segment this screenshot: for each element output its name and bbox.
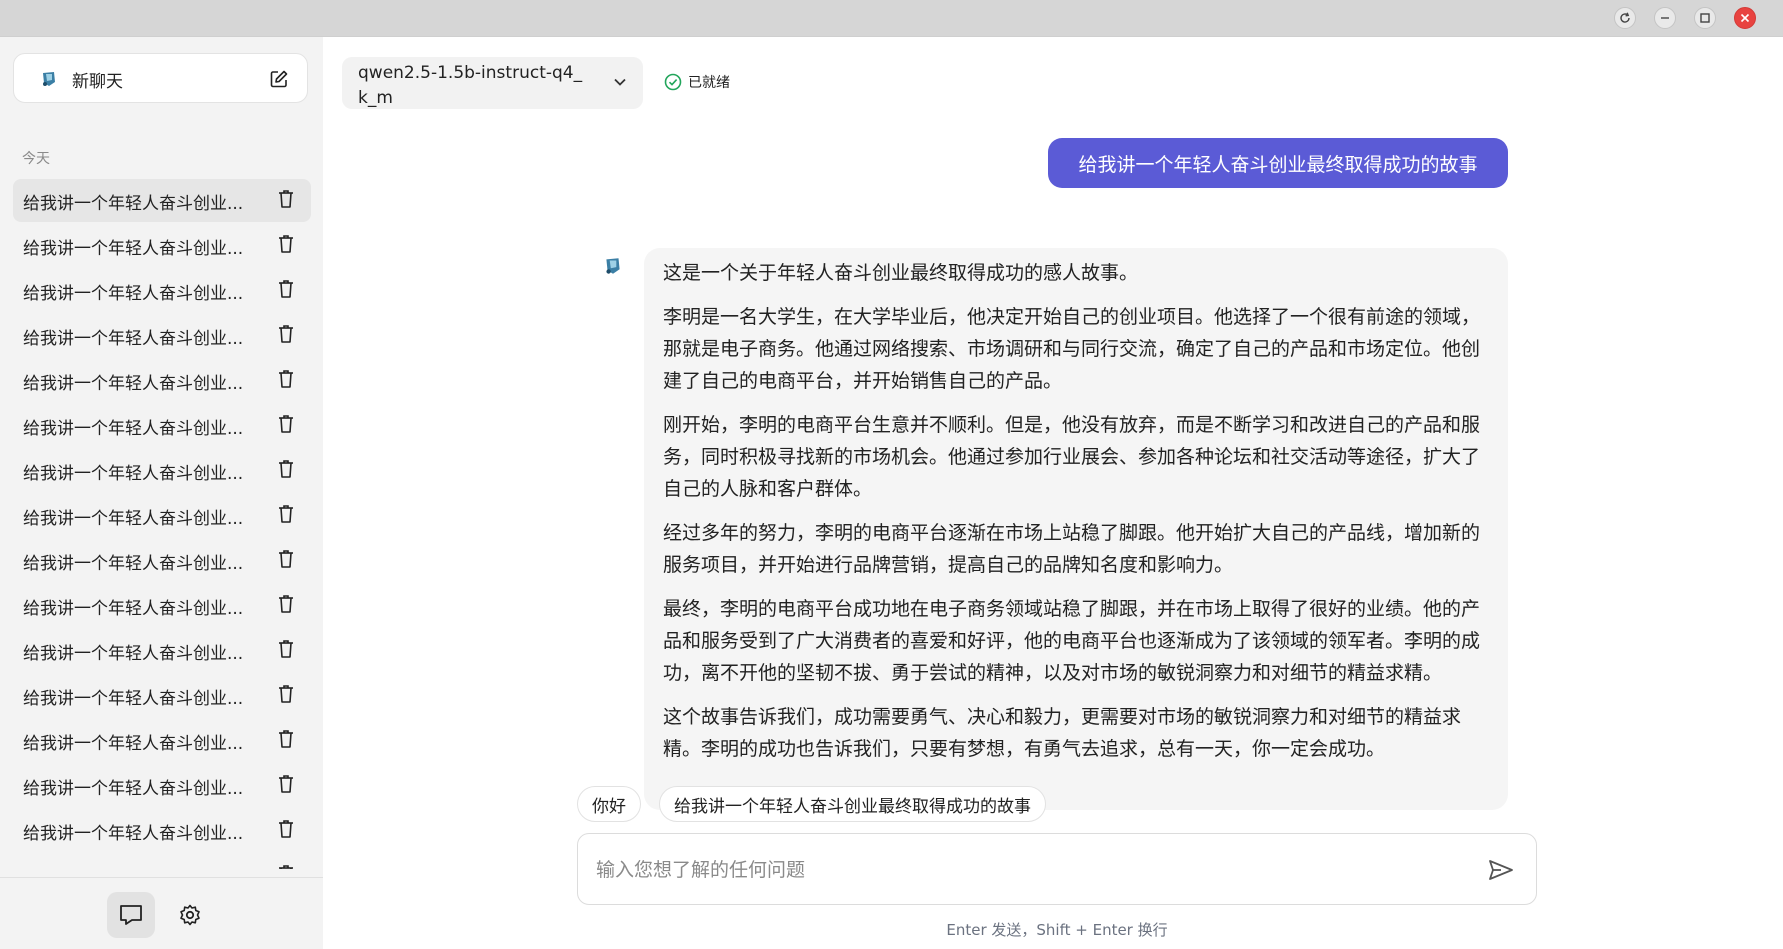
trash-icon[interactable] <box>277 549 295 569</box>
history-item[interactable]: 给我讲一个年轻人奋斗创业... <box>13 674 311 717</box>
chat-icon <box>120 905 142 925</box>
trash-icon[interactable] <box>277 234 295 254</box>
assistant-message-text: 这是一个关于年轻人奋斗创业最终取得成功的感人故事。李明是一名大学生，在大学毕业后… <box>663 257 1489 777</box>
history-item-label: 给我讲一个年轻人奋斗创业... <box>23 374 243 394</box>
send-icon[interactable] <box>1488 858 1514 882</box>
history-item-label: 给我讲一个年轻人奋斗创业... <box>23 689 243 709</box>
history-item[interactable]: 给我讲一个年轻人奋斗创业... <box>13 359 311 402</box>
model-name: qwen2.5-1.5b-instruct-q4_k_m <box>358 63 583 108</box>
history-item[interactable]: 给我讲一个年轻人奋斗创业... <box>13 494 311 537</box>
history-item-label: 给我讲一个年轻人奋斗创业... <box>23 284 243 304</box>
history-item-label: 给我讲一个年轻人奋斗创业... <box>23 194 243 214</box>
app-logo-icon <box>43 72 55 86</box>
suggestion-chip-label: 你好 <box>592 796 626 817</box>
trash-icon[interactable] <box>277 504 295 524</box>
trash-icon[interactable] <box>277 189 295 209</box>
maximize-icon <box>1700 13 1710 23</box>
history-item[interactable]: 给我讲一个年轻人奋斗创业... <box>13 539 311 582</box>
history-item-label: 给我讲一个年轻人奋斗创业... <box>23 734 243 754</box>
chat-nav-button[interactable] <box>107 892 155 938</box>
chevron-down-icon <box>614 78 626 86</box>
model-select[interactable]: qwen2.5-1.5b-instruct-q4_k_m <box>342 57 643 109</box>
assistant-paragraph: 这个故事告诉我们，成功需要勇气、决心和毅力，更需要对市场的敏锐洞察力和对细节的精… <box>663 706 1462 760</box>
assistant-paragraph: 经过多年的努力，李明的电商平台逐渐在市场上站稳了脚跟。他开始扩大自己的产品线，增… <box>663 522 1481 576</box>
history-item-label: 给我讲一个年轻人奋斗创业... <box>23 779 243 799</box>
history-item-label: 给我讲一个年轻人奋斗创业... <box>23 554 243 574</box>
history-item[interactable]: 给我讲一个年轻人奋斗创业... <box>13 854 311 869</box>
trash-icon[interactable] <box>277 774 295 794</box>
trash-icon[interactable] <box>277 729 295 749</box>
trash-icon[interactable] <box>277 369 295 389</box>
history-item[interactable]: 给我讲一个年轻人奋斗创业... <box>13 449 311 492</box>
trash-icon[interactable] <box>277 324 295 344</box>
settings-icon <box>180 904 200 926</box>
history-item-label: 给我讲一个年轻人奋斗创业... <box>23 419 243 439</box>
sidebar-footer <box>0 877 323 949</box>
bot-avatar-icon <box>606 258 620 274</box>
close-icon <box>1740 13 1750 23</box>
section-label-today: 今天 <box>22 151 50 167</box>
maximize-button[interactable] <box>1694 7 1716 29</box>
assistant-paragraph: 李明是一名大学生，在大学毕业后，他决定开始自己的创业项目。他选择了一个很有前途的… <box>663 306 1481 392</box>
history-item[interactable]: 给我讲一个年轻人奋斗创业... <box>13 809 311 852</box>
settings-nav-button[interactable] <box>166 892 214 938</box>
suggestion-chip-label: 给我讲一个年轻人奋斗创业最终取得成功的故事 <box>674 796 1031 817</box>
assistant-paragraph: 最终，李明的电商平台成功地在电子商务领域站稳了脚跟，并在市场上取得了很好的业绩。… <box>663 598 1481 684</box>
edit-icon[interactable] <box>269 69 289 89</box>
reload-icon <box>1620 12 1630 23</box>
history-list: 给我讲一个年轻人奋斗创业... 给我讲一个年轻人奋斗创业... 给我讲一个年轻人奋斗… <box>13 179 311 869</box>
user-message: 给我讲一个年轻人奋斗创业最终取得成功的故事 <box>1048 138 1508 188</box>
new-chat-label: 新聊天 <box>72 72 123 92</box>
trash-icon[interactable] <box>277 684 295 704</box>
reload-button[interactable] <box>1614 7 1636 29</box>
history-item[interactable]: 给我讲一个年轻人奋斗创业... <box>13 179 311 222</box>
history-item[interactable]: 给我讲一个年轻人奋斗创业... <box>13 719 311 762</box>
assistant-message: 这是一个关于年轻人奋斗创业最终取得成功的感人故事。李明是一名大学生，在大学毕业后… <box>644 248 1508 810</box>
assistant-paragraph: 刚开始，李明的电商平台生意并不顺利。但是，他没有放弃，而是不断学习和改进自己的产… <box>663 414 1481 500</box>
trash-icon[interactable] <box>277 864 295 869</box>
suggestion-chip-hello[interactable]: 你好 <box>577 786 641 822</box>
title-bar <box>0 0 1783 37</box>
history-item-label: 给我讲一个年轻人奋斗创业... <box>23 239 243 259</box>
minimize-icon <box>1661 17 1669 19</box>
trash-icon[interactable] <box>277 819 295 839</box>
history-item-label: 给我讲一个年轻人奋斗创业... <box>23 824 243 844</box>
history-item-label: 给我讲一个年轻人奋斗创业... <box>23 864 243 869</box>
message-input-box <box>577 833 1537 905</box>
sidebar: 新聊天 今天 给我讲一个年轻人奋斗创业... 给我讲一个年轻人奋斗创业... 给我讲… <box>0 37 323 949</box>
status-text: 已就绪 <box>688 75 730 91</box>
new-chat-button[interactable]: 新聊天 <box>13 53 308 103</box>
history-item[interactable]: 给我讲一个年轻人奋斗创业... <box>13 314 311 357</box>
history-item[interactable]: 给我讲一个年轻人奋斗创业... <box>13 224 311 267</box>
history-item[interactable]: 给我讲一个年轻人奋斗创业... <box>13 629 311 672</box>
message-input[interactable] <box>596 852 1456 888</box>
status-indicator: 已就绪 <box>664 72 730 92</box>
trash-icon[interactable] <box>277 594 295 614</box>
suggestion-chip-story[interactable]: 给我讲一个年轻人奋斗创业最终取得成功的故事 <box>659 786 1046 822</box>
history-item[interactable]: 给我讲一个年轻人奋斗创业... <box>13 404 311 447</box>
check-circle-icon <box>664 73 682 91</box>
trash-icon[interactable] <box>277 459 295 479</box>
history-item[interactable]: 给我讲一个年轻人奋斗创业... <box>13 584 311 627</box>
history-item-label: 给我讲一个年轻人奋斗创业... <box>23 644 243 664</box>
trash-icon[interactable] <box>277 279 295 299</box>
history-item-label: 给我讲一个年轻人奋斗创业... <box>23 464 243 484</box>
assistant-paragraph: 这是一个关于年轻人奋斗创业最终取得成功的感人故事。 <box>663 262 1139 284</box>
trash-icon[interactable] <box>277 639 295 659</box>
history-item-label: 给我讲一个年轻人奋斗创业... <box>23 509 243 529</box>
close-button[interactable] <box>1734 7 1756 29</box>
history-item[interactable]: 给我讲一个年轻人奋斗创业... <box>13 764 311 807</box>
trash-icon[interactable] <box>277 414 295 434</box>
history-item-label: 给我讲一个年轻人奋斗创业... <box>23 599 243 619</box>
history-item-label: 给我讲一个年轻人奋斗创业... <box>23 329 243 349</box>
user-message-text: 给我讲一个年轻人奋斗创业最终取得成功的故事 <box>1078 153 1478 176</box>
minimize-button[interactable] <box>1654 7 1676 29</box>
input-hint: Enter 发送，Shift + Enter 换行 <box>946 921 1168 939</box>
history-item[interactable]: 给我讲一个年轻人奋斗创业... <box>13 269 311 312</box>
